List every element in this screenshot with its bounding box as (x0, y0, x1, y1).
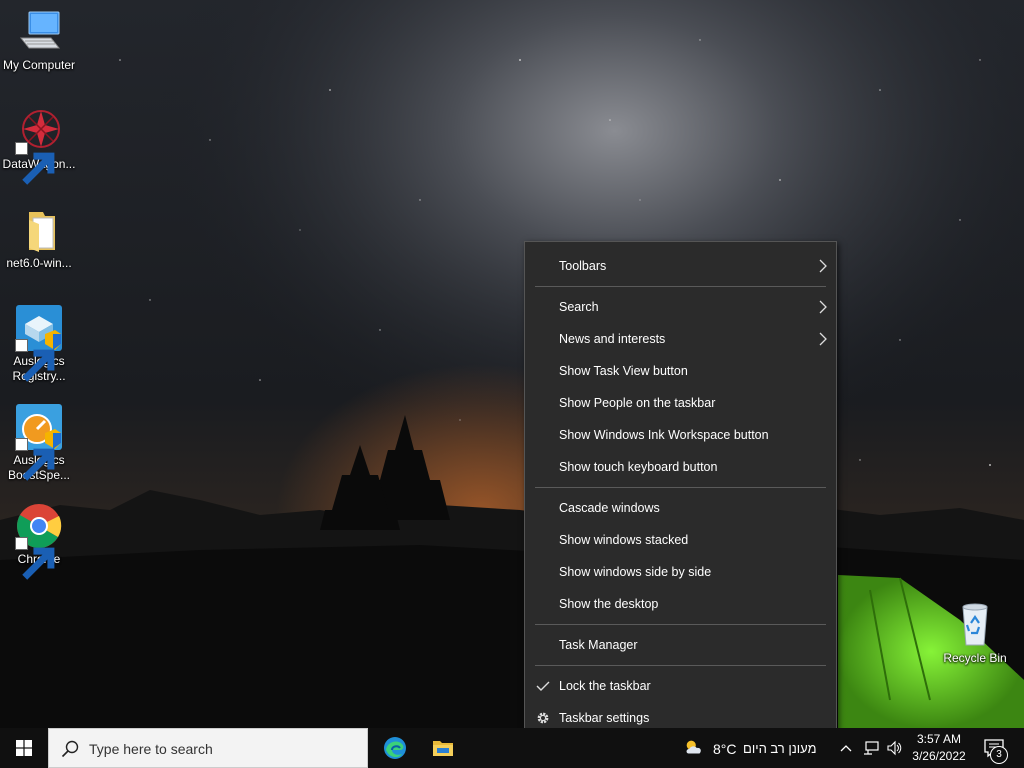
gear-icon (537, 712, 549, 724)
shortcut-arrow-icon (15, 339, 55, 382)
desktop-icon-datawagon[interactable]: DataWagon... (1, 107, 77, 185)
taskbar-app-file-explorer[interactable] (419, 728, 467, 768)
menu-item-show-the-desktop[interactable]: Show the desktop (525, 589, 836, 619)
menu-item-label: Toolbars (559, 259, 607, 273)
menu-item-show-windows-stacked[interactable]: Show windows stacked (525, 525, 836, 555)
shortcut-arrow-icon (15, 537, 55, 580)
clock-date: 3/26/2022 (912, 749, 966, 763)
windows-logo-icon (16, 740, 32, 756)
clock-time: 3:57 AM (916, 732, 962, 746)
menu-item-show-touch-keyboard[interactable]: Show touch keyboard button (525, 452, 836, 482)
menu-item-label: Show touch keyboard button (559, 460, 718, 474)
chevron-right-icon (819, 259, 827, 273)
search-placeholder: Type here to search (89, 741, 213, 757)
desktop-wallpaper (0, 0, 1024, 728)
menu-separator (535, 624, 826, 625)
menu-item-label: News and interests (559, 332, 666, 346)
taskbar-search-box[interactable]: Type here to search (48, 728, 368, 768)
weather-description: מעונן רב היום (743, 741, 817, 756)
desktop-icon-label: net6.0-win... (6, 256, 72, 270)
menu-separator (535, 665, 826, 666)
menu-item-label: Show windows stacked (559, 533, 689, 547)
chevron-right-icon (819, 300, 827, 314)
desktop-icon-auslogics-registry[interactable]: Auslogics Registry... (1, 304, 77, 384)
start-button[interactable] (0, 728, 48, 768)
menu-item-label: Task Manager (559, 638, 638, 652)
notification-count-badge: 3 (990, 746, 1008, 764)
menu-item-cascade-windows[interactable]: Cascade windows (525, 493, 836, 523)
taskbar: Type here to search 8°C מעונן רב היום 3:… (0, 728, 1024, 768)
weather-widget[interactable]: 8°C מעונן רב היום (680, 728, 830, 768)
chevron-up-icon[interactable] (840, 744, 852, 752)
menu-item-task-manager[interactable]: Task Manager (525, 630, 836, 660)
edge-icon (384, 737, 406, 759)
menu-item-label: Show Task View button (559, 364, 688, 378)
chevron-right-icon (819, 332, 827, 346)
taskbar-app-edge[interactable] (371, 728, 419, 768)
menu-item-label: Show People on the taskbar (559, 396, 716, 410)
network-icon[interactable] (863, 740, 879, 756)
desktop-icon-label: Recycle Bin (943, 651, 1007, 665)
desktop-icon-label: My Computer (2, 58, 76, 72)
desktop-icon-recycle-bin[interactable]: Recycle Bin (937, 601, 1013, 666)
menu-item-show-ink-workspace[interactable]: Show Windows Ink Workspace button (525, 420, 836, 450)
computer-icon (19, 11, 61, 49)
menu-item-label: Show windows side by side (559, 565, 712, 579)
file-explorer-icon (433, 741, 453, 756)
menu-item-search[interactable]: Search (525, 292, 836, 322)
shortcut-arrow-icon (15, 142, 55, 185)
taskbar-clock[interactable]: 3:57 AM 3/26/2022 (906, 731, 972, 765)
checkmark-icon (536, 681, 550, 691)
desktop-icon-chrome[interactable]: Chrome (1, 502, 77, 580)
weather-temperature: 8°C (713, 741, 737, 757)
volume-icon[interactable] (886, 740, 902, 756)
shortcut-arrow-icon (15, 438, 55, 481)
menu-item-news-and-interests[interactable]: News and interests (525, 324, 836, 354)
menu-item-label: Show Windows Ink Workspace button (559, 428, 769, 442)
menu-item-label: Cascade windows (559, 501, 660, 515)
menu-item-show-windows-side-by-side[interactable]: Show windows side by side (525, 557, 836, 587)
desktop-icon-net6-folder[interactable]: net6.0-win... (1, 206, 77, 271)
menu-item-lock-the-taskbar[interactable]: Lock the taskbar (525, 671, 836, 701)
menu-item-label: Search (559, 300, 599, 314)
menu-item-label: Taskbar settings (559, 711, 650, 725)
menu-item-label: Show the desktop (559, 597, 659, 611)
desktop-icon-my-computer[interactable]: My Computer (1, 8, 77, 73)
taskbar-context-menu: Toolbars Search News and interests Show … (524, 241, 837, 743)
menu-item-show-people[interactable]: Show People on the taskbar (525, 388, 836, 418)
menu-item-toolbars[interactable]: Toolbars (525, 251, 836, 281)
desktop-icon-auslogics-boostspeed[interactable]: Auslogics BoostSpe... (1, 403, 77, 483)
menu-separator (535, 487, 826, 488)
menu-item-label: Lock the taskbar (559, 679, 651, 693)
menu-item-show-task-view[interactable]: Show Task View button (525, 356, 836, 386)
search-icon (61, 740, 79, 758)
menu-separator (535, 286, 826, 287)
folder-icon (29, 212, 55, 252)
recycle-bin-icon (962, 603, 988, 646)
partly-cloudy-icon (686, 740, 701, 754)
